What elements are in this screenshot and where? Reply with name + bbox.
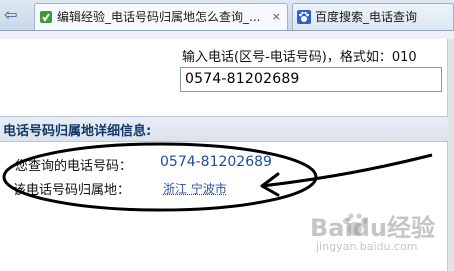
location-value: 浙江 宁波市 [163,182,227,196]
phone-number-input[interactable]: 0574-81202689 [180,67,442,92]
page-icon [40,11,52,23]
input-hint: 输入电话(区号-电话号码)，格式如：010 [182,50,417,65]
annotation-arrow [261,153,433,188]
detail-title: 电话号码归属地详细信息: [3,124,152,139]
toolbar-strip [0,31,454,39]
tab-label: 编辑经验_电话号码归属地怎么查询_... [57,10,261,24]
back-arrow-icon[interactable]: ⇦ [4,7,26,23]
baidu-paw-icon [297,10,311,24]
tab-baidu-search[interactable]: 百度搜索_电话查询 [292,3,454,30]
query-number-label: 您查询的电话号码： [15,159,133,174]
query-number-value: 0574-81202689 [160,154,272,170]
close-icon[interactable]: × [272,4,281,30]
browser-tab-bar: ⇦ 编辑经验_电话号码归属地怎么查询_... × 百度搜索_电话查询 [0,0,454,31]
tab-label: 百度搜索_电话查询 [315,10,418,24]
location-label: 该电话号码归属地： [13,183,131,198]
watermark-url: jingyan.baidu.com [316,240,418,253]
detail-header-bar: 电话号码归属地详细信息: [0,116,448,142]
baidu-watermark: Baidu经验 jingyan.baidu.com [310,206,452,266]
tab-edit-experience[interactable]: 编辑经验_电话号码归属地怎么查询_... × [34,3,288,30]
arrow-head-icon [260,172,280,197]
watermark-brand: Baidu经验 [310,214,435,242]
